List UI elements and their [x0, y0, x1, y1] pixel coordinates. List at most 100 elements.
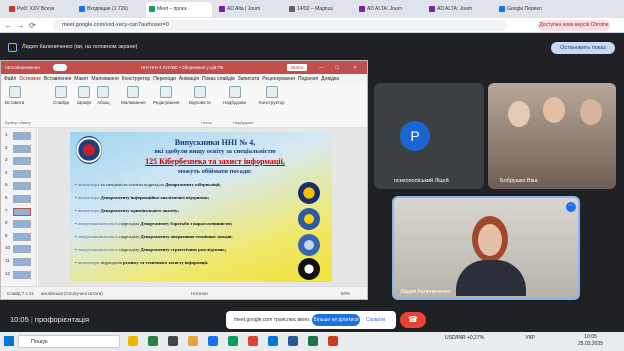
- ribbon-button[interactable]: Шрифт: [77, 86, 92, 105]
- app-icon[interactable]: [148, 336, 158, 346]
- browser-tab[interactable]: AD ALTA: Journ: [426, 2, 492, 17]
- slide-bullet: • інспектора Департаменту інформаційно-а…: [75, 195, 210, 200]
- files-icon[interactable]: [128, 336, 138, 346]
- ribbon-button[interactable]: Малювання: [121, 86, 146, 105]
- menu-item[interactable]: Записати: [238, 76, 260, 82]
- taskbar-clock[interactable]: 10:05 25.03.2025: [578, 334, 603, 348]
- ribbon-icon: [193, 86, 206, 98]
- tab-label: Meet – проєк: [157, 6, 187, 12]
- taskbar-search[interactable]: Пошук: [18, 335, 120, 348]
- browser-tab[interactable]: Meet – проєк: [146, 2, 212, 17]
- ribbon-button[interactable]: Слайди: [53, 86, 69, 105]
- bullet-role: оперуповноваженого: [77, 247, 119, 252]
- slide-thumbnail[interactable]: 3: [5, 157, 35, 166]
- slide-thumbnail[interactable]: 7: [5, 207, 35, 216]
- browser-tab[interactable]: Google Перекл: [496, 2, 562, 17]
- ribbon-button[interactable]: Абзац: [97, 86, 110, 105]
- ribbon-label: Шрифт: [77, 100, 92, 105]
- menu-item[interactable]: Подання: [298, 76, 318, 82]
- browser-tab[interactable]: Pw0: XXV Всеук: [6, 2, 72, 17]
- minimize-icon[interactable]: —: [319, 61, 324, 74]
- slide-thumbnail[interactable]: 12: [5, 270, 35, 279]
- stop-presenting-button[interactable]: Остановить показ: [551, 42, 615, 54]
- slide-thumbnail[interactable]: 2: [5, 144, 35, 153]
- participant-tile-2[interactable]: Бобрушко Віка: [488, 83, 616, 189]
- ribbon-label: Слайди: [53, 100, 70, 105]
- back-icon[interactable]: ←: [4, 21, 13, 30]
- slide-thumbnail[interactable]: 11: [5, 258, 35, 266]
- ribbon-button[interactable]: Вставити: [5, 86, 24, 105]
- ribbon-icon: [8, 86, 21, 98]
- ribbon-button[interactable]: Надбудови: [223, 86, 246, 105]
- stop-sharing-button[interactable]: Більше не ділитися: [312, 314, 360, 326]
- powerpoint-icon[interactable]: [328, 336, 338, 346]
- folder-icon[interactable]: [188, 336, 198, 346]
- participant-name-2: Бобрушко Віка: [500, 178, 538, 184]
- menu-item[interactable]: Анімація: [179, 76, 199, 82]
- menu-item[interactable]: Макет: [74, 76, 88, 82]
- language-indicator[interactable]: УКР: [525, 335, 534, 341]
- zoom-level[interactable]: 50%: [341, 287, 350, 300]
- signin-button[interactable]: Увійти: [287, 64, 307, 71]
- menu-item[interactable]: Вставлення: [44, 76, 71, 82]
- browser-tab[interactable]: AD Alta | Journ: [216, 2, 282, 17]
- app-icon[interactable]: [228, 336, 238, 346]
- app-icon[interactable]: [168, 336, 178, 346]
- menu-item[interactable]: Переходи: [153, 76, 176, 82]
- slide-thumbnail[interactable]: 4: [5, 169, 35, 178]
- slide-thumbnail[interactable]: 1: [5, 132, 35, 140]
- menu-item[interactable]: Основне: [19, 76, 41, 82]
- slide-thumbnail[interactable]: 9: [5, 232, 35, 241]
- more-options-icon[interactable]: ⋯: [566, 202, 576, 212]
- forward-icon[interactable]: →: [16, 21, 25, 30]
- reload-icon[interactable]: ⟳: [28, 21, 37, 30]
- ribbon-icon: [127, 86, 140, 98]
- bullet-role: інспектора: [77, 182, 100, 187]
- menu-item[interactable]: Довідка: [321, 76, 339, 82]
- end-call-icon[interactable]: ☎: [400, 312, 426, 328]
- autosave-toggle[interactable]: [53, 64, 67, 71]
- slide-bullet: • інспектора та спеціаліста оселіти підр…: [75, 182, 221, 187]
- slide-title-line1: Випускники ННІ № 4,: [174, 138, 256, 147]
- ribbon-group-label: Голос: [201, 120, 212, 125]
- participant-name-self: Лидия Калениченко: [400, 289, 451, 295]
- ribbon-button[interactable]: Конструктор: [259, 86, 285, 105]
- url-field[interactable]: meet.google.com/vxd-xecy-can?authuser=0: [52, 20, 507, 31]
- browser-tab[interactable]: AD ALTA: Journ: [356, 2, 422, 17]
- thumbnail-preview: [13, 258, 31, 266]
- menu-item[interactable]: Малювання: [91, 76, 118, 82]
- slide-thumbnail[interactable]: 8: [5, 220, 35, 229]
- language-status[interactable]: англійська (Сполучені Штати): [41, 287, 103, 300]
- maximize-icon[interactable]: ☐: [335, 61, 339, 74]
- notes-button[interactable]: Нотатки: [191, 287, 208, 300]
- slide-thumbnail[interactable]: 10: [5, 245, 35, 254]
- chrome-update-button[interactable]: Доступна нова версія Chrome: [538, 20, 610, 31]
- participant-tile-self[interactable]: ⋯ Лидия Калениченко: [392, 196, 580, 300]
- slide-thumbnail[interactable]: 6: [5, 195, 35, 203]
- participant-tile-1[interactable]: P психополіський Ліцей: [374, 83, 484, 189]
- slide-thumbnail[interactable]: 5: [5, 182, 35, 191]
- excel-icon[interactable]: [308, 336, 318, 346]
- slide-bullet: • інспектора підрозділів режиму та техні…: [75, 260, 208, 265]
- ribbon-button[interactable]: Редагування: [153, 86, 179, 105]
- app-icon[interactable]: [268, 336, 278, 346]
- hide-button[interactable]: Сховати: [366, 311, 385, 329]
- close-icon[interactable]: ✕: [353, 61, 357, 74]
- avatar: P: [400, 121, 430, 151]
- menu-item[interactable]: Показ слайдів: [202, 76, 235, 82]
- menu-item[interactable]: Конструктор: [122, 76, 151, 82]
- chrome-icon[interactable]: [248, 336, 258, 346]
- ppt-ribbon: Вставити Слайди Шрифт Абзац Малювання Редагув…: [1, 84, 367, 128]
- word-icon[interactable]: [288, 336, 298, 346]
- tab-favicon: [429, 6, 435, 12]
- menu-item[interactable]: Рецензування: [262, 76, 295, 82]
- browser-tab[interactable]: 14/02 – Magnus: [286, 2, 352, 17]
- presenter-bar: Лидия Калениченко (ви, на головном экран…: [0, 38, 624, 58]
- thumbnail-preview: [13, 195, 31, 203]
- browser-tab[interactable]: Входящие (1 726): [76, 2, 142, 17]
- start-icon[interactable]: [4, 336, 14, 346]
- menu-item[interactable]: Файл: [4, 76, 16, 82]
- ribbon-button[interactable]: Відповісти: [189, 86, 211, 105]
- market-widget[interactable]: USD/INR +0,27%: [445, 335, 484, 341]
- edge-icon[interactable]: [208, 336, 218, 346]
